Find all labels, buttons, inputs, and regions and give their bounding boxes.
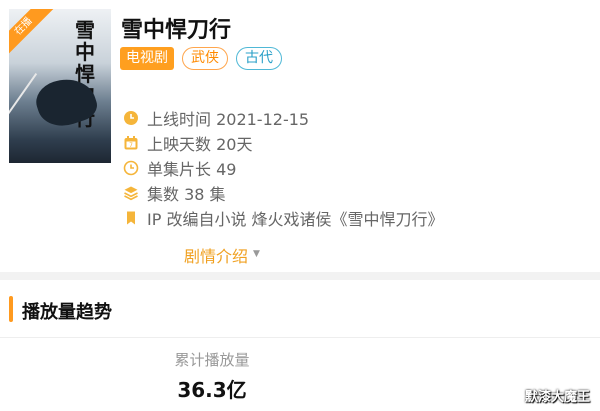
- info-ip: IP 改编自小说 烽火戏诸侯《雪中悍刀行》: [123, 205, 444, 230]
- svg-text:7: 7: [129, 142, 133, 149]
- info-days: 7 上映天数 20天: [123, 130, 444, 155]
- synopsis-label: 剧情介绍: [184, 247, 249, 266]
- info-release: 上线时间 2021-12-15: [123, 105, 444, 130]
- chevron-down-icon: ▼: [253, 249, 260, 259]
- poster-sword: [9, 72, 38, 116]
- poster-image[interactable]: 在播 雪中悍刀行: [9, 9, 111, 163]
- info-episode-length-text: 单集片长 49: [147, 159, 237, 179]
- total-plays-value: 36.3亿: [177, 378, 247, 402]
- status-ribbon: 在播: [9, 9, 55, 58]
- info-episode-length: 单集片长 49: [123, 155, 444, 180]
- clock-icon: [123, 110, 139, 126]
- synopsis-toggle[interactable]: 剧情介绍 ▼: [184, 243, 260, 267]
- tag-list: 电视剧 武侠 古代: [120, 47, 282, 70]
- total-plays-label: 累计播放量: [174, 351, 250, 369]
- info-ip-text: IP 改编自小说 烽火戏诸侯《雪中悍刀行》: [147, 209, 444, 229]
- divider: [0, 337, 600, 338]
- info-release-text: 上线时间 2021-12-15: [147, 109, 310, 129]
- info-episodes: 集数 38 集: [123, 180, 444, 205]
- section-title: 播放量趋势: [22, 302, 112, 323]
- info-list: 上线时间 2021-12-15 7 上映天数 20天 单集片长 49 集数 38…: [123, 105, 444, 230]
- bookmark-icon: [123, 210, 139, 226]
- info-episodes-text: 集数 38 集: [147, 184, 226, 204]
- timer-icon: [123, 160, 139, 176]
- watermark: 默漆大魔王: [524, 390, 590, 405]
- tag-genre-wuxia[interactable]: 武侠: [182, 47, 228, 70]
- tag-type[interactable]: 电视剧: [120, 47, 174, 70]
- calendar-icon: 7: [123, 135, 139, 151]
- show-title: 雪中悍刀行: [121, 18, 232, 43]
- section-accent-bar: [9, 296, 13, 322]
- layers-icon: [123, 185, 139, 201]
- tag-genre-gudai[interactable]: 古代: [236, 47, 282, 70]
- section-gap: [0, 272, 600, 280]
- info-days-text: 上映天数 20天: [147, 134, 253, 154]
